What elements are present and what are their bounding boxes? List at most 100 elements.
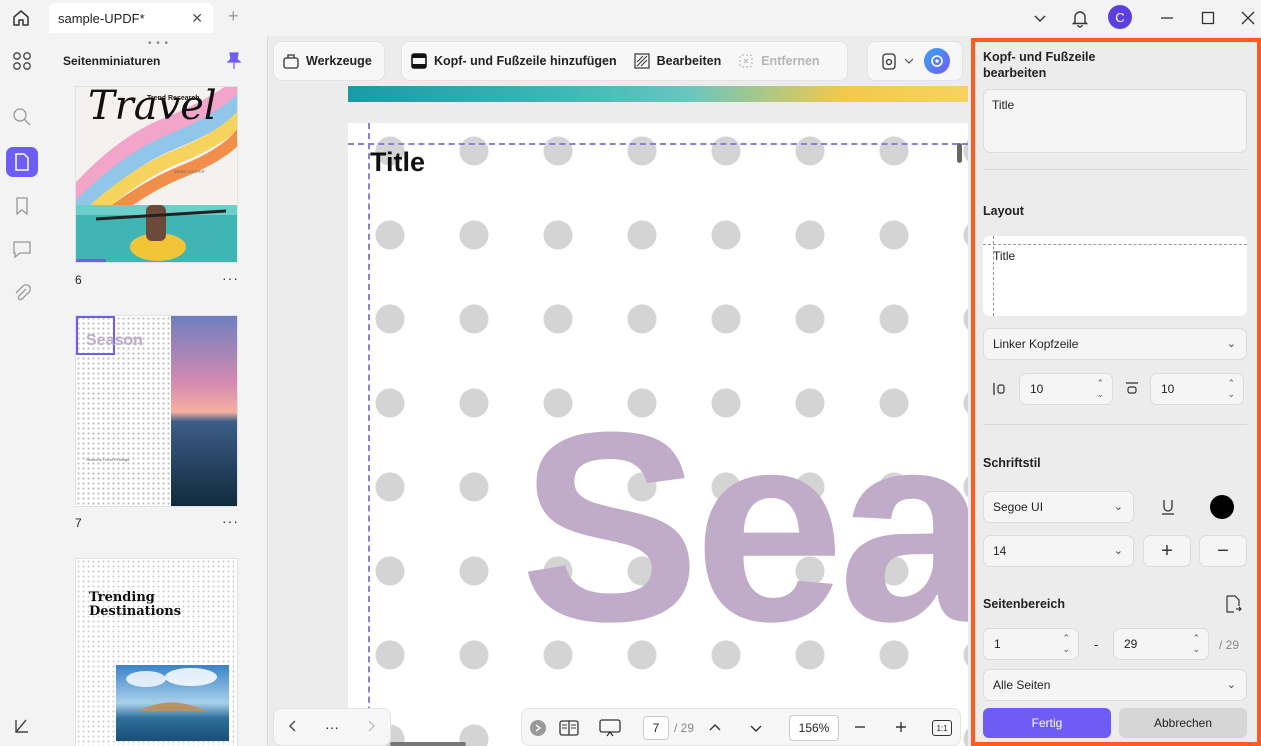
thumbnail-heading: Trending Destinations [89, 590, 182, 619]
pdf-page[interactable]: Sea Title [348, 123, 968, 746]
range-to-input[interactable]: 29 ⌃ ⌄ [1113, 628, 1209, 660]
thumbnail-author: IRENE COOPER [174, 169, 205, 174]
chevron-left-icon[interactable] [288, 719, 298, 736]
page-layout-icon[interactable] [559, 719, 579, 740]
page-thumbnail-8[interactable]: Trending Destinations [75, 558, 238, 746]
new-tab-icon[interactable]: + [228, 6, 239, 27]
collapse-bar-icon[interactable] [530, 720, 546, 736]
left-margin-icon [989, 373, 1011, 405]
settings-icon [882, 53, 896, 70]
vertical-scrollbar[interactable] [957, 143, 962, 163]
search-icon[interactable] [6, 102, 38, 132]
chevron-up-icon[interactable] [708, 720, 722, 735]
presentation-icon[interactable] [599, 718, 621, 741]
previous-page-edge [348, 86, 968, 102]
range-separator: - [1094, 637, 1099, 652]
edit-button[interactable]: Bearbeiten [625, 41, 730, 81]
page-thumbnail-7[interactable]: Season Seasons Trend Findings [75, 315, 238, 507]
apps-icon[interactable] [6, 46, 38, 76]
home-icon[interactable] [8, 6, 34, 30]
attachment-icon[interactable] [6, 278, 38, 308]
chevron-down-icon[interactable] [1030, 4, 1050, 32]
font-color-swatch[interactable] [1210, 495, 1234, 519]
chevron-right-icon[interactable] [366, 719, 376, 736]
decrease-font-button[interactable]: − [1199, 535, 1247, 567]
comment-icon[interactable] [6, 234, 38, 264]
page-subset-value: Alle Seiten [993, 678, 1051, 692]
destinations-cover-art [76, 559, 237, 746]
page-thumbnail-6[interactable]: Travel Trend Research IRENE COOPER [75, 86, 238, 263]
close-tab-icon[interactable]: ✕ [191, 10, 203, 27]
document-canvas[interactable]: Sea Title [270, 86, 970, 746]
header-text-input[interactable]: Title [983, 89, 1247, 153]
zoom-level[interactable]: 156% [789, 715, 839, 741]
left-margin-input[interactable]: 10 ⌃ ⌄ [1019, 373, 1113, 405]
user-avatar[interactable]: C [1108, 5, 1132, 29]
thumbnail-heading: Travel [88, 86, 217, 129]
top-margin-icon [1121, 373, 1143, 405]
page-number: 7 [75, 516, 82, 530]
edit-label: Bearbeiten [656, 54, 722, 68]
zoom-out-icon[interactable] [853, 720, 867, 737]
header-footer-toolbar: Kopf- und Fußzeile hinzufügen Bearbeiten… [401, 41, 848, 81]
tool-settings-button[interactable] [868, 41, 920, 81]
position-select[interactable]: Linker Kopfzeile ⌄ [983, 328, 1247, 360]
panel-grip[interactable]: • • • [148, 38, 169, 49]
range-from-input[interactable]: 1 ⌃ ⌄ [983, 628, 1079, 660]
chevron-down-icon: ⌄ [1226, 679, 1236, 691]
underline-icon[interactable] [1157, 491, 1179, 523]
ai-assistant-icon[interactable] [924, 48, 950, 74]
layers-icon[interactable] [6, 711, 38, 741]
actual-size-button[interactable]: 1:1 [932, 720, 952, 736]
total-pages: / 29 [674, 721, 695, 735]
title-bar: sample-UPDF* ✕ + C [0, 0, 1261, 36]
bookmark-icon[interactable] [6, 191, 38, 221]
remove-button[interactable]: Entfernen [729, 41, 827, 81]
close-window-icon[interactable] [1236, 4, 1260, 32]
current-page-input[interactable]: 7 [643, 716, 669, 740]
header-footer-edit-panel: Kopf- und Fußzeile bearbeiten Title Layo… [971, 38, 1261, 746]
tools-label: Werkzeuge [306, 54, 372, 68]
maximize-icon[interactable] [1196, 4, 1220, 32]
page-watermark-word: Sea [520, 377, 968, 678]
page-more-button[interactable]: ··· [222, 513, 239, 529]
tools-button[interactable]: Werkzeuge [274, 41, 380, 81]
thumbnail-line: Seasons Trend Findings [86, 457, 130, 462]
page-subset-select[interactable]: Alle Seiten ⌄ [983, 669, 1247, 701]
add-header-footer-button[interactable]: Kopf- und Fußzeile hinzufügen [402, 41, 625, 81]
horizontal-scrollbar[interactable] [390, 742, 466, 746]
chevron-down-icon[interactable] [749, 722, 763, 737]
page-range-settings-icon[interactable] [1221, 588, 1245, 620]
stepper-arrows-icon[interactable]: ⌃ ⌄ [1096, 378, 1104, 400]
edit-pattern-icon [634, 53, 650, 69]
more-button[interactable]: ··· [325, 719, 339, 735]
stepper-arrows-icon[interactable]: ⌃ ⌄ [1192, 633, 1200, 655]
font-size-select[interactable]: 14 ⌄ [983, 535, 1134, 567]
page-range-section-title: Seitenbereich [983, 597, 1065, 611]
cancel-button[interactable]: Abbrechen [1119, 708, 1247, 738]
page-more-button[interactable]: ··· [222, 270, 239, 286]
document-tab[interactable]: sample-UPDF* ✕ [49, 3, 213, 33]
bell-icon[interactable] [1068, 4, 1092, 32]
thumbnail-subheading: Trend Research [147, 95, 200, 102]
divider [983, 424, 1247, 425]
header-text[interactable]: Title [370, 147, 425, 178]
toolbox-icon [283, 54, 299, 69]
done-button[interactable]: Fertig [983, 708, 1111, 738]
chevron-down-icon: ⌄ [1226, 338, 1236, 350]
font-family-value: Segoe UI [993, 500, 1044, 514]
left-rail [0, 36, 46, 746]
stepper-arrows-icon[interactable]: ⌃ ⌄ [1062, 633, 1070, 655]
stepper-arrows-icon[interactable]: ⌃ ⌄ [1227, 378, 1235, 400]
minimize-icon[interactable] [1155, 4, 1179, 32]
layout-section-title: Layout [983, 204, 1024, 218]
font-family-select[interactable]: Segoe UI ⌄ [983, 491, 1134, 523]
top-margin-input[interactable]: 10 ⌃ ⌄ [1150, 373, 1244, 405]
range-to-value: 29 [1124, 637, 1138, 651]
increase-font-button[interactable]: + [1143, 535, 1191, 567]
position-select-value: Linker Kopfzeile [993, 337, 1079, 351]
page-thumbnails-icon[interactable] [6, 147, 38, 177]
page-number: 6 [75, 273, 82, 287]
zoom-in-icon[interactable] [894, 720, 908, 737]
pin-icon[interactable] [226, 52, 242, 73]
